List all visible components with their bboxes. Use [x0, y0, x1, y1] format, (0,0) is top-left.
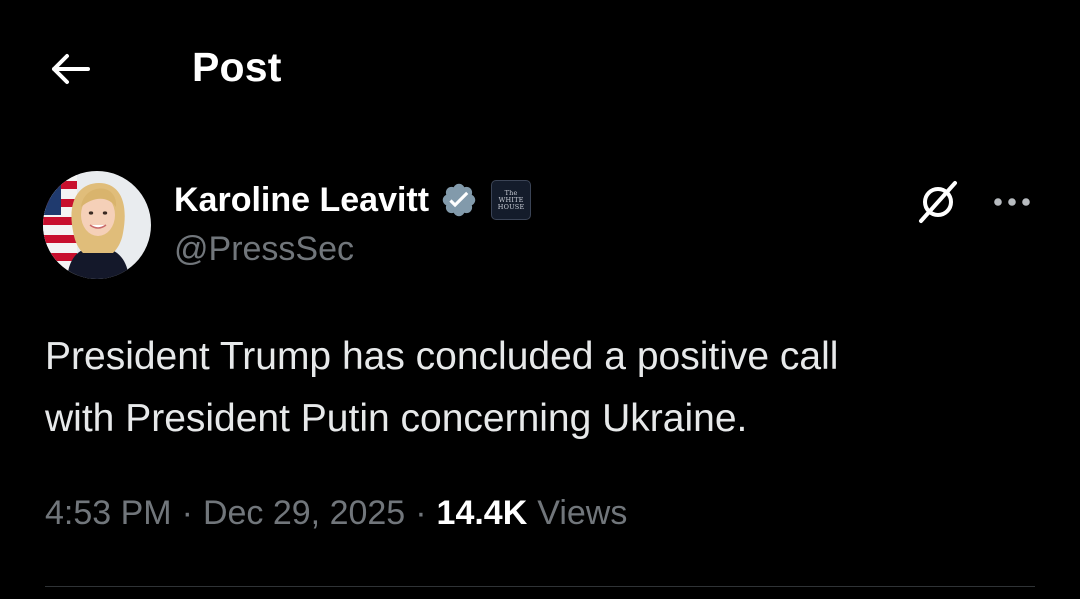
verified-badge-icon [439, 180, 479, 220]
author-name-line: Karoline Leavitt The WHITE HOUSE [174, 178, 532, 222]
grok-button[interactable] [910, 174, 966, 230]
post-text: President Trump has concluded a positive… [45, 335, 839, 440]
divider [45, 586, 1035, 587]
views-label[interactable]: Views [537, 494, 627, 533]
arrow-left-icon [52, 54, 90, 84]
avatar[interactable] [43, 171, 151, 279]
affiliation-line-3: HOUSE [497, 202, 525, 211]
page-title: Post [192, 44, 282, 90]
grok-icon [919, 181, 957, 223]
top-bar: Post [0, 0, 1080, 140]
back-button[interactable] [44, 46, 96, 92]
separator: · [181, 494, 193, 532]
affiliation-badge[interactable]: The WHITE HOUSE [491, 180, 532, 220]
post-metadata: 4:53 PM · Dec 29, 2025 · 14.4K Views [45, 494, 627, 533]
more-options-button[interactable] [984, 178, 1040, 226]
separator: · [415, 494, 427, 532]
profile-photo [43, 171, 151, 279]
post-time[interactable]: 4:53 PM [45, 494, 172, 533]
author-handle[interactable]: @PressSec [174, 230, 354, 269]
author-display-name[interactable]: Karoline Leavitt [174, 181, 429, 220]
views-count[interactable]: 14.4K [437, 494, 528, 533]
more-horizontal-icon [994, 198, 1030, 206]
post-date[interactable]: Dec 29, 2025 [203, 494, 405, 533]
post-author-row: Karoline Leavitt The WHITE HOUSE @PressS… [0, 168, 1080, 288]
